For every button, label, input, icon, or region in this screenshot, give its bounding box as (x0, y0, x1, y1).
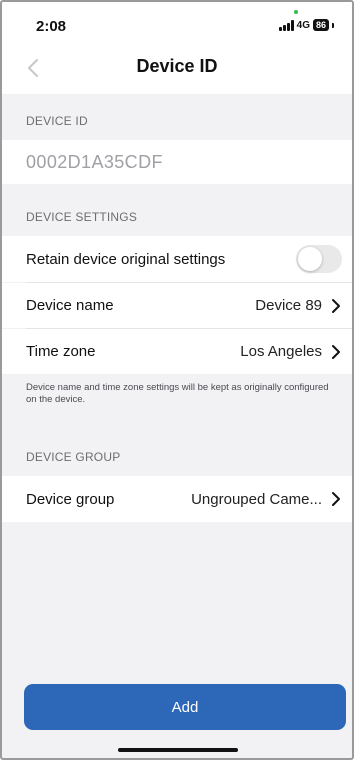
chevron-right-icon (330, 491, 342, 507)
device-name-value-wrap: Device 89 (255, 297, 342, 314)
device-group-label: Device group (26, 490, 115, 508)
time-zone-value-wrap: Los Angeles (240, 343, 342, 360)
device-name-label: Device name (26, 297, 114, 314)
device-name-row[interactable]: Device name Device 89 (2, 283, 352, 328)
section-header-device-id: DEVICE ID (26, 114, 88, 128)
signal-icon (278, 19, 294, 31)
time-zone-label: Time zone (26, 343, 96, 360)
status-icons: 4G 86 (278, 19, 334, 31)
device-name-value: Device 89 (255, 297, 322, 314)
section-header-device-settings: DEVICE SETTINGS (26, 210, 138, 224)
header-area: 2:08 4G 86 Device ID (2, 2, 352, 94)
device-group-value: Ungrouped Came... (191, 490, 322, 508)
device-group-value-wrap: Ungrouped Came... (191, 491, 342, 508)
home-indicator (118, 748, 238, 752)
add-button-label: Add (171, 698, 199, 716)
retain-settings-label: Retain device original settings (26, 250, 226, 268)
add-button[interactable]: Add (24, 684, 346, 730)
time-zone-row[interactable]: Time zone Los Angeles (2, 329, 352, 374)
chevron-right-icon (330, 298, 342, 314)
device-id-row: 0002D1A35CDF (2, 140, 352, 184)
mic-indicator-dot (294, 10, 298, 14)
toggle-knob (298, 247, 322, 271)
battery-icon: 86 (312, 19, 329, 31)
retain-settings-row: Retain device original settings (2, 236, 352, 282)
page-title: Device ID (136, 56, 218, 76)
network-type: 4G (296, 19, 310, 31)
chevron-right-icon (330, 344, 342, 360)
retain-settings-toggle[interactable] (296, 245, 342, 273)
time-zone-value: Los Angeles (240, 343, 322, 360)
device-group-row[interactable]: Device group Ungrouped Came... (2, 476, 352, 522)
phone-frame: 2:08 4G 86 Device ID DEVICE ID 0002D1A35… (0, 0, 354, 760)
device-id-value: 0002D1A35CDF (26, 151, 163, 172)
settings-note: Device name and time zone settings will … (26, 382, 329, 405)
status-time: 2:08 (36, 18, 67, 35)
battery-tip (332, 22, 334, 28)
section-header-device-group: DEVICE GROUP (26, 450, 121, 464)
